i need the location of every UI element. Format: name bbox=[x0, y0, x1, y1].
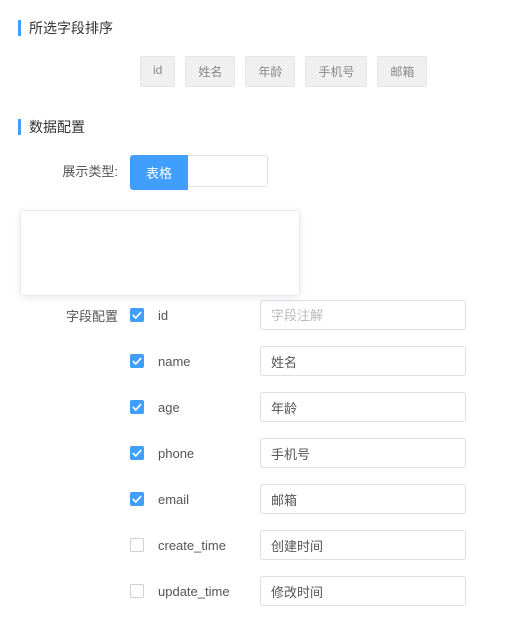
field-row: create_time bbox=[0, 530, 508, 560]
field-row: age bbox=[0, 392, 508, 422]
dropdown-popup[interactable] bbox=[20, 210, 300, 296]
tag-id[interactable]: id bbox=[140, 56, 175, 87]
checkbox-col bbox=[130, 538, 150, 552]
section-bar bbox=[18, 119, 21, 135]
field-name-label: create_time bbox=[150, 538, 260, 553]
display-type-label: 展示类型: bbox=[0, 155, 130, 180]
field-input-wrap bbox=[260, 484, 466, 514]
section-title-config: 数据配置 bbox=[29, 117, 85, 137]
tag-name[interactable]: 姓名 bbox=[185, 56, 235, 87]
field-checkbox[interactable] bbox=[130, 354, 144, 368]
field-row: update_time bbox=[0, 576, 508, 606]
field-annotation-input[interactable] bbox=[260, 484, 466, 514]
field-name-label: name bbox=[150, 354, 260, 369]
display-type-dropdown[interactable] bbox=[188, 155, 268, 187]
checkbox-col bbox=[130, 584, 150, 598]
field-input-wrap bbox=[260, 346, 466, 376]
field-input-wrap bbox=[260, 530, 466, 560]
field-annotation-input[interactable] bbox=[260, 530, 466, 560]
field-annotation-input[interactable] bbox=[260, 346, 466, 376]
tag-age[interactable]: 年龄 bbox=[245, 56, 295, 87]
field-input-wrap bbox=[260, 392, 466, 422]
display-type-row: 展示类型: 表格 bbox=[0, 155, 508, 190]
tags-row: id 姓名 年龄 手机号 邮箱 bbox=[140, 56, 508, 87]
field-name-label: update_time bbox=[150, 584, 260, 599]
field-checkbox[interactable] bbox=[130, 446, 144, 460]
checkbox-col bbox=[130, 492, 150, 506]
field-row: 字段配置 id bbox=[0, 300, 508, 330]
field-checkbox[interactable] bbox=[130, 538, 144, 552]
field-row: email bbox=[0, 484, 508, 514]
section-bar bbox=[18, 20, 21, 36]
checkbox-col bbox=[130, 446, 150, 460]
field-checkbox[interactable] bbox=[130, 400, 144, 414]
section-header-sort: 所选字段排序 bbox=[18, 18, 508, 38]
field-input-wrap bbox=[260, 438, 466, 468]
field-name-label: email bbox=[150, 492, 260, 507]
field-checkbox[interactable] bbox=[130, 492, 144, 506]
checkbox-col bbox=[130, 354, 150, 368]
field-name-label: id bbox=[150, 308, 260, 323]
section-header-config: 数据配置 bbox=[18, 117, 508, 137]
checkbox-col bbox=[130, 308, 150, 322]
field-row: phone bbox=[0, 438, 508, 468]
field-annotation-input[interactable] bbox=[260, 392, 466, 422]
tag-phone[interactable]: 手机号 bbox=[305, 56, 367, 87]
section-title-sort: 所选字段排序 bbox=[29, 18, 113, 38]
checkbox-col bbox=[130, 400, 150, 414]
field-input-wrap bbox=[260, 576, 466, 606]
display-type-button[interactable]: 表格 bbox=[130, 155, 188, 190]
field-config-list: 字段配置 id name age phone email create_timeupdate… bbox=[0, 300, 508, 606]
field-checkbox[interactable] bbox=[130, 308, 144, 322]
field-name-label: age bbox=[150, 400, 260, 415]
field-annotation-input[interactable] bbox=[260, 438, 466, 468]
field-name-label: phone bbox=[150, 446, 260, 461]
field-annotation-input[interactable] bbox=[260, 576, 466, 606]
field-annotation-input[interactable] bbox=[260, 300, 466, 330]
field-config-label: 字段配置 bbox=[0, 306, 130, 325]
field-checkbox[interactable] bbox=[130, 584, 144, 598]
field-row: name bbox=[0, 346, 508, 376]
tag-email[interactable]: 邮箱 bbox=[377, 56, 427, 87]
field-input-wrap bbox=[260, 300, 466, 330]
